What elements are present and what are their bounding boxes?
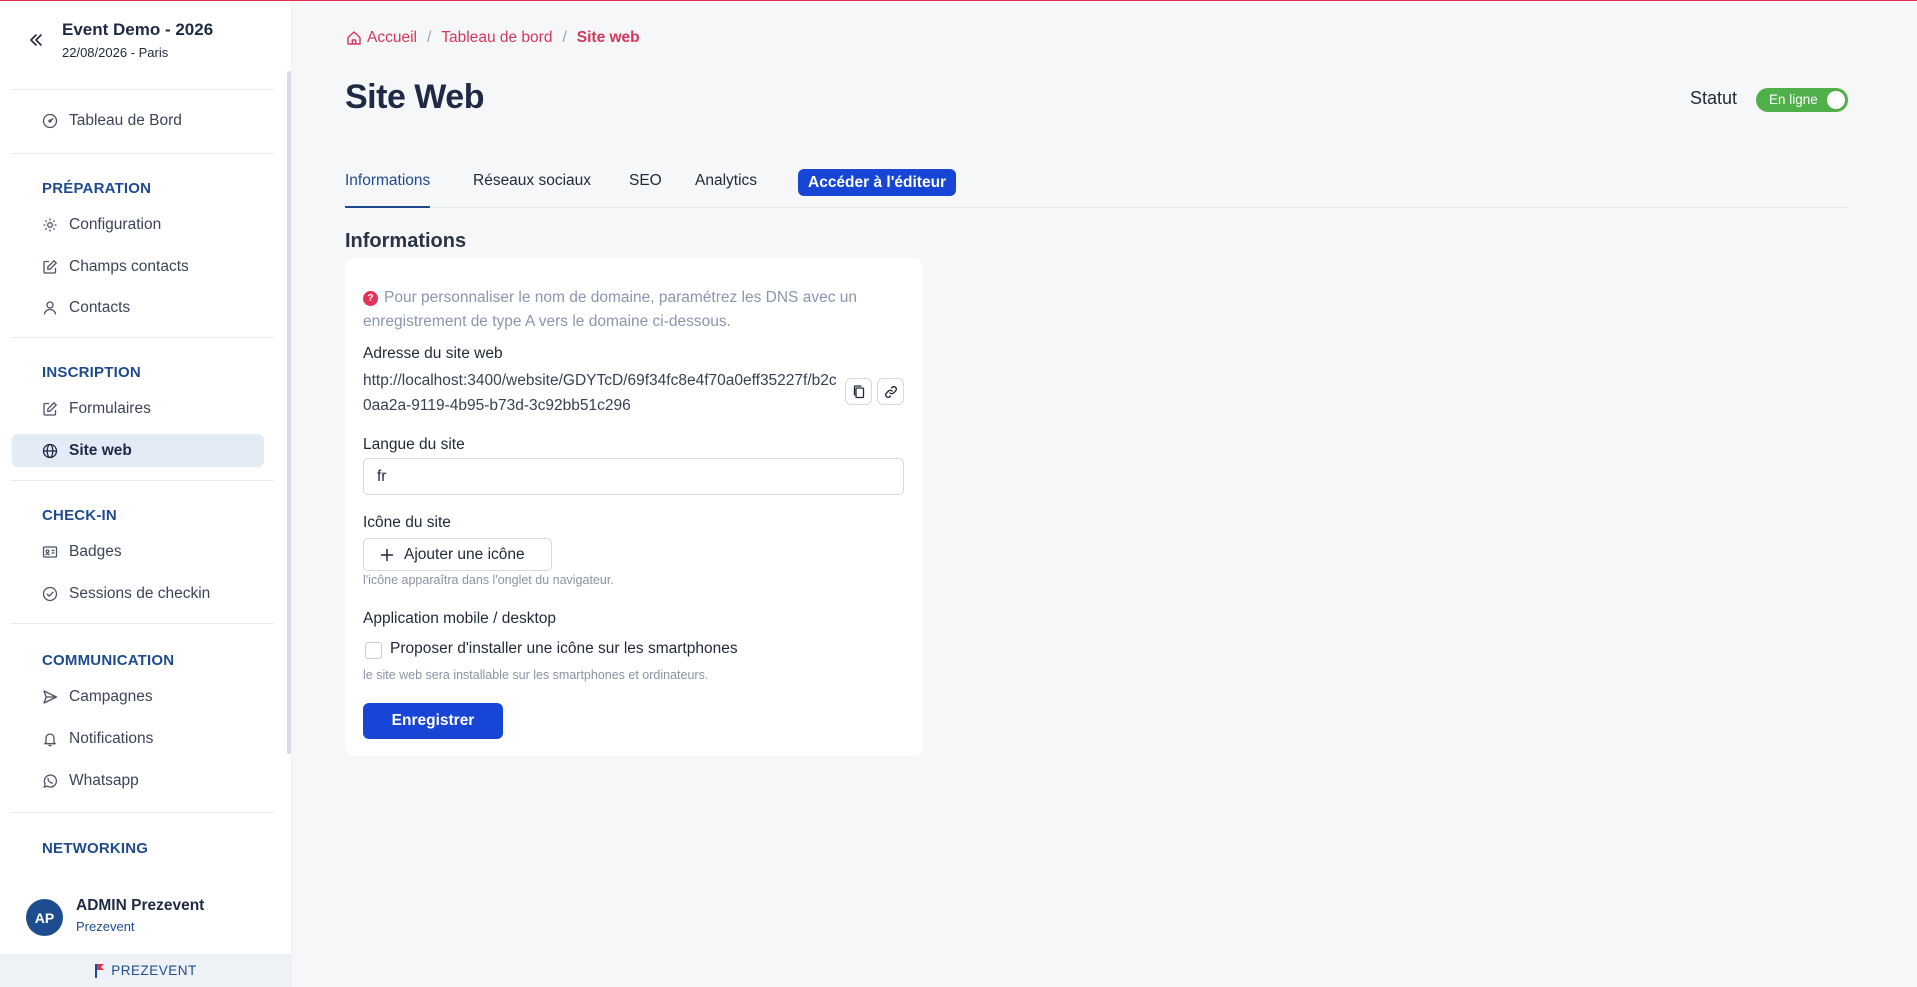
send-icon xyxy=(43,689,58,704)
sidebar-item-label: Configuration xyxy=(69,215,162,233)
sidebar-item-campagnes[interactable]: Campagnes xyxy=(12,680,264,713)
status-toggle[interactable]: En ligne xyxy=(1756,88,1848,112)
user-name: ADMIN Prezevent xyxy=(76,897,205,914)
add-icon-button-label: Ajouter une icône xyxy=(404,545,525,563)
open-editor-button[interactable]: Accéder à l'éditeur xyxy=(798,169,957,196)
section-communication: COMMUNICATION xyxy=(42,652,175,669)
divider xyxy=(10,623,274,624)
event-title: Event Demo - 2026 xyxy=(62,20,214,39)
divider xyxy=(10,812,274,813)
help-icon: ? xyxy=(363,291,378,306)
divider xyxy=(10,480,274,481)
mobile-hint: le site web sera installable sur les sma… xyxy=(363,668,709,682)
toggle-knob xyxy=(1827,91,1845,109)
sidebar-item-formulaires[interactable]: Formulaires xyxy=(12,392,264,425)
breadcrumb-dashboard[interactable]: Tableau de bord xyxy=(441,29,552,47)
badge-icon xyxy=(42,545,58,558)
status-toggle-label: En ligne xyxy=(1769,92,1818,107)
sidebar-item-label: Campagnes xyxy=(69,687,153,705)
breadcrumb-current: Site web xyxy=(576,29,640,46)
plus-icon xyxy=(380,548,394,561)
sidebar-item-label: Champs contacts xyxy=(69,257,189,275)
event-date-location: 22/08/2026 - Paris xyxy=(62,45,169,60)
install-icon-checkbox-label[interactable]: Proposer d'installer une icône sur les s… xyxy=(390,640,738,658)
event-header: Event Demo - 2026 22/08/2026 - Paris xyxy=(0,18,292,68)
save-button[interactable]: Enregistrer xyxy=(363,703,503,739)
divider xyxy=(10,337,274,338)
divider xyxy=(10,153,274,154)
sidebar-item-badges[interactable]: Badges xyxy=(12,535,264,568)
link-icon xyxy=(884,385,897,398)
sidebar-item-label: Notifications xyxy=(69,729,154,747)
user-icon xyxy=(43,300,57,315)
sidebar-scrollbar[interactable] xyxy=(287,71,291,754)
bell-icon xyxy=(44,732,56,746)
language-input[interactable]: fr xyxy=(363,458,904,495)
open-url-button[interactable] xyxy=(877,378,904,405)
add-icon-button[interactable]: Ajouter une icône xyxy=(363,538,552,571)
section-title: Informations xyxy=(345,230,467,252)
sidebar-item-label: Site web xyxy=(69,441,132,459)
check-circle-icon xyxy=(42,586,58,601)
avatar: AP xyxy=(26,899,63,936)
breadcrumb-home[interactable]: Accueil xyxy=(367,29,417,47)
sidebar-item-label: Contacts xyxy=(69,298,131,316)
home-icon xyxy=(347,31,361,45)
top-accent-line xyxy=(0,0,1917,1)
page-title: Site Web xyxy=(345,78,484,116)
sidebar-item-label: Badges xyxy=(69,542,122,560)
collapse-sidebar-icon[interactable] xyxy=(26,30,46,50)
tab-seo[interactable]: SEO xyxy=(629,172,662,208)
sidebar-item-label: Tableau de Bord xyxy=(69,111,182,129)
copy-icon xyxy=(853,384,864,398)
sidebar: Event Demo - 2026 22/08/2026 - Paris Tab… xyxy=(0,0,292,987)
sidebar-item-label: Whatsapp xyxy=(69,771,139,789)
mobile-app-label: Application mobile / desktop xyxy=(363,610,557,627)
sidebar-item-notifications[interactable]: Notifications xyxy=(12,722,264,755)
form-edit-icon xyxy=(43,401,58,416)
user-organization: Prezevent xyxy=(76,919,135,934)
section-inscription: INSCRIPTION xyxy=(42,364,141,381)
section-preparation: PRÉPARATION xyxy=(42,180,152,197)
breadcrumb: Accueil / Tableau de bord / Site web xyxy=(346,29,640,47)
install-icon-checkbox[interactable] xyxy=(365,642,382,659)
sidebar-item-configuration[interactable]: Configuration xyxy=(12,208,264,241)
sidebar-item-label: Sessions de checkin xyxy=(69,584,211,602)
sidebar-item-dashboard[interactable]: Tableau de Bord xyxy=(12,104,264,137)
dns-notice: ? Pour personnaliser le nom de domaine, p… xyxy=(363,286,903,334)
icon-hint: l'icône apparaîtra dans l'onglet du navi… xyxy=(363,573,614,587)
breadcrumb-separator: / xyxy=(562,29,567,46)
sidebar-item-champs-contacts[interactable]: Champs contacts xyxy=(12,250,264,283)
breadcrumb-separator: / xyxy=(426,29,432,46)
informations-card: ? Pour personnaliser le nom de domaine, p… xyxy=(345,258,923,756)
site-icon-label: Icône du site xyxy=(363,514,451,531)
edit-icon xyxy=(43,259,58,274)
tab-bar: Informations Réseaux sociaux SEO Analyti… xyxy=(345,168,1848,208)
sidebar-item-sessions-checkin[interactable]: Sessions de checkin xyxy=(12,577,264,610)
brand-name: PREZEVENT xyxy=(111,963,197,978)
brand-footer: PREZEVENT xyxy=(0,954,292,987)
address-label: Adresse du site web xyxy=(363,345,503,362)
tab-informations[interactable]: Informations xyxy=(345,172,431,208)
sidebar-item-contacts[interactable]: Contacts xyxy=(12,291,264,324)
gauge-icon xyxy=(42,113,58,128)
gear-icon xyxy=(43,218,57,231)
prezevent-logo-icon xyxy=(95,963,105,978)
section-checkin: CHECK-IN xyxy=(42,507,117,524)
divider xyxy=(10,89,274,90)
website-url: http://localhost:3400/website/GDYTcD/69f… xyxy=(363,372,837,414)
dns-notice-text: Pour personnaliser le nom de domaine, pa… xyxy=(363,289,857,330)
language-label: Langue du site xyxy=(363,436,465,453)
tab-analytics[interactable]: Analytics xyxy=(695,172,757,208)
globe-icon xyxy=(42,443,58,458)
sidebar-item-site-web[interactable]: Site web xyxy=(12,434,264,467)
sidebar-item-label: Formulaires xyxy=(69,399,151,417)
user-profile[interactable]: AP ADMIN Prezevent Prezevent xyxy=(0,874,292,954)
copy-url-button[interactable] xyxy=(845,378,872,405)
tab-reseaux-sociaux[interactable]: Réseaux sociaux xyxy=(473,172,591,208)
whatsapp-icon xyxy=(43,773,58,788)
status-label: Statut xyxy=(1690,88,1738,108)
sidebar-item-whatsapp[interactable]: Whatsapp xyxy=(12,764,264,797)
section-networking: NETWORKING xyxy=(42,840,149,857)
